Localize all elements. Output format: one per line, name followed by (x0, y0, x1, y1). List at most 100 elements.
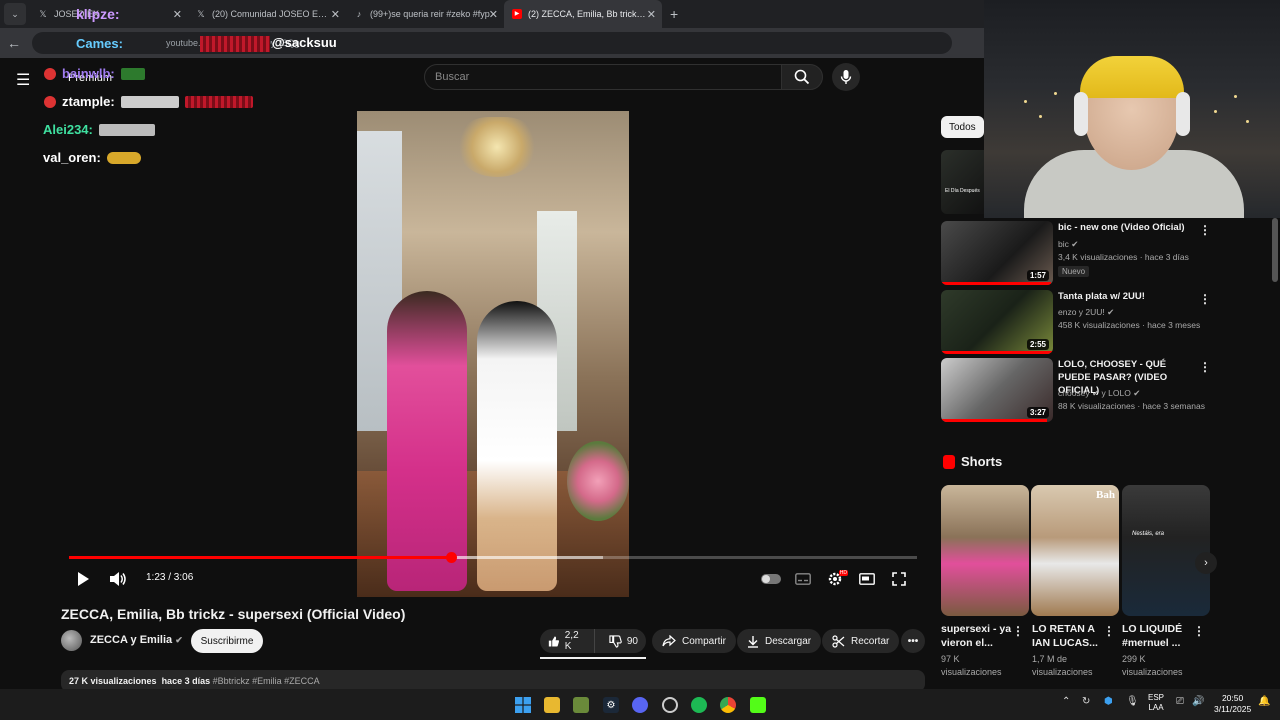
close-tab-icon[interactable]: ✕ (173, 8, 182, 21)
spotify-icon[interactable] (691, 697, 707, 713)
recommendation-channel: choosey ✔ y LOLO ✔ (1058, 388, 1141, 398)
chat-username: bainwlb: (62, 66, 115, 81)
more-vertical-icon[interactable]: ⋮ (1199, 292, 1211, 306)
recommendation-item[interactable]: 3:27 LOLO, CHOOSEY - QUÉ PUEDE PASAR? (V… (941, 358, 1211, 422)
short-views: 97 K (941, 654, 960, 664)
play-button[interactable] (74, 570, 92, 588)
url-field[interactable]: youtube.com/watch?v=...9yO8Qg (32, 32, 952, 54)
shorts-next-button[interactable]: › (1195, 552, 1217, 574)
miniplayer-icon (859, 573, 875, 585)
tray-chevron-up-icon[interactable]: ⌃ (1062, 696, 1070, 707)
video-title: ZECCA, Emilia, Bb trickz - supersexi (Of… (61, 606, 406, 622)
video-player[interactable] (357, 111, 629, 597)
tray-shield-icon[interactable]: ⬢ (1104, 696, 1113, 707)
settings-button[interactable]: HD (826, 570, 848, 588)
partial-thumbnail[interactable]: El Día Después (941, 150, 985, 214)
notification-bell-icon[interactable]: 🔔 (1258, 696, 1270, 707)
fullscreen-button[interactable] (890, 570, 908, 588)
menu-icon[interactable]: ☰ (16, 70, 30, 90)
tab-search-chevron-icon[interactable]: ⌄ (4, 3, 26, 25)
windows-start-icon[interactable] (515, 697, 531, 713)
lang-line1: ESP (1148, 693, 1165, 702)
more-vertical-icon[interactable]: ⋮ (1103, 624, 1115, 638)
new-tab-icon[interactable]: + (670, 6, 678, 22)
more-vertical-icon[interactable]: ⋮ (1012, 624, 1024, 638)
recommendation-item[interactable]: 1:57 bic - new one (Video Oficial) bic ✔… (941, 221, 1211, 285)
short-thumbnail[interactable] (941, 485, 1029, 616)
miniplayer-button[interactable] (858, 570, 876, 588)
short-title[interactable]: LO LIQUIDÉ #mernuel ... (1122, 622, 1194, 650)
progress-bar[interactable] (69, 552, 917, 563)
tray-volume-icon[interactable]: 🔊 (1192, 696, 1204, 707)
emote (98, 123, 155, 136)
video-thumbnail[interactable]: 3:27 (941, 358, 1053, 422)
discord-icon[interactable] (632, 697, 648, 713)
dancer-white (477, 301, 557, 591)
verified-icon: ✔ (1107, 307, 1115, 317)
language-indicator[interactable]: ESP LAA (1148, 693, 1164, 713)
subscribe-button[interactable]: Suscribirme (191, 629, 263, 653)
autoplay-toggle[interactable] (760, 570, 782, 588)
kick-icon[interactable] (750, 697, 766, 713)
close-tab-icon[interactable]: ✕ (647, 8, 656, 21)
tab-3[interactable]: ♪ (99+)se queria reir #zeko #fyp ✕ (346, 0, 504, 28)
dancer-pink (387, 291, 467, 591)
short-caption: Nestáis, era (1132, 531, 1165, 537)
short-views-label: visualizaciones (941, 667, 1002, 677)
channel-name[interactable]: ZECCA y Emilia ✔ (90, 634, 183, 646)
back-arrow-icon[interactable]: ← (0, 35, 28, 51)
more-vertical-icon[interactable]: ⋮ (1199, 360, 1211, 374)
like-button[interactable]: 2,2 K (540, 629, 595, 653)
more-actions-button[interactable]: ••• (901, 629, 925, 653)
shorts-section-title: Shorts (943, 454, 1002, 469)
dislike-button[interactable]: 90 (601, 629, 646, 653)
microphone-icon (840, 70, 852, 84)
filter-chip-all[interactable]: Todos (941, 116, 984, 138)
overlay-cames: Cames: (76, 36, 123, 51)
subtitles-button[interactable] (794, 570, 812, 588)
thumbs-up-icon (548, 635, 560, 647)
more-vertical-icon[interactable]: ⋮ (1193, 624, 1205, 638)
channel-avatar[interactable] (61, 630, 82, 651)
more-vertical-icon[interactable]: ⋮ (1199, 223, 1211, 237)
app-icon[interactable] (662, 697, 678, 713)
short-title[interactable]: supersexi - ya vieron el... (941, 622, 1013, 650)
channel-name-text: bic (1058, 239, 1069, 249)
volume-button[interactable] (108, 570, 128, 588)
search-button[interactable] (781, 64, 823, 90)
close-tab-icon[interactable]: ✕ (489, 8, 498, 21)
clip-button[interactable]: Recortar (822, 629, 900, 653)
page-scrollbar[interactable] (1272, 218, 1278, 282)
share-button[interactable]: Compartir (652, 629, 736, 653)
address-bar: ← youtube.com/watch?v=...9yO8Qg (0, 28, 984, 58)
tray-sync-icon[interactable]: ↻ (1082, 696, 1090, 707)
tab-2[interactable]: 𝕏 (20) Comunidad JOSEO EXCLUS ✕ (188, 0, 346, 28)
short-thumbnail[interactable]: Nestáis, era (1122, 485, 1210, 616)
shorts-label: Shorts (961, 454, 1003, 469)
headphones-icon (1074, 92, 1088, 136)
short-thumbnail[interactable]: Bah (1031, 485, 1119, 616)
file-explorer-icon[interactable] (544, 697, 560, 713)
chrome-icon[interactable] (720, 697, 736, 713)
tab-4-active[interactable]: ▶ (2) ZECCA, Emilia, Bb trickz - su ✕ (504, 0, 662, 28)
chat-line: val_oren: (43, 150, 141, 165)
share-label: Compartir (682, 635, 726, 647)
app-icon[interactable] (573, 697, 589, 713)
download-button[interactable]: Descargar (737, 629, 822, 653)
toggle-icon (761, 574, 781, 584)
close-tab-icon[interactable]: ✕ (331, 8, 340, 21)
taskbar-clock[interactable]: 20:50 3/11/2025 (1214, 693, 1251, 715)
browser-tab-strip: ⌄ 𝕏 JOSEO EX ✕ 𝕏 (20) Comunidad JOSEO EX… (0, 0, 984, 28)
tray-network-icon[interactable]: ⎚ (1176, 696, 1184, 707)
video-thumbnail[interactable]: 2:55 (941, 290, 1053, 354)
tray-mic-icon[interactable]: 🎙 (1126, 696, 1139, 707)
hashtags[interactable]: #Bbtrickz #Emilia #ZECCA (213, 676, 320, 686)
short-title[interactable]: LO RETAN A IAN LUCAS... (1032, 622, 1104, 650)
recommendation-item[interactable]: 2:55 Tanta plata w/ 2UU! enzo y 2UU! ✔ 4… (941, 290, 1211, 354)
search-input[interactable]: Buscar (424, 64, 782, 90)
overlay-emote (200, 36, 270, 52)
fullscreen-icon (892, 572, 906, 586)
steam-icon[interactable]: ⚙ (603, 697, 619, 713)
voice-search-button[interactable] (832, 63, 860, 91)
video-thumbnail[interactable]: 1:57 (941, 221, 1053, 285)
